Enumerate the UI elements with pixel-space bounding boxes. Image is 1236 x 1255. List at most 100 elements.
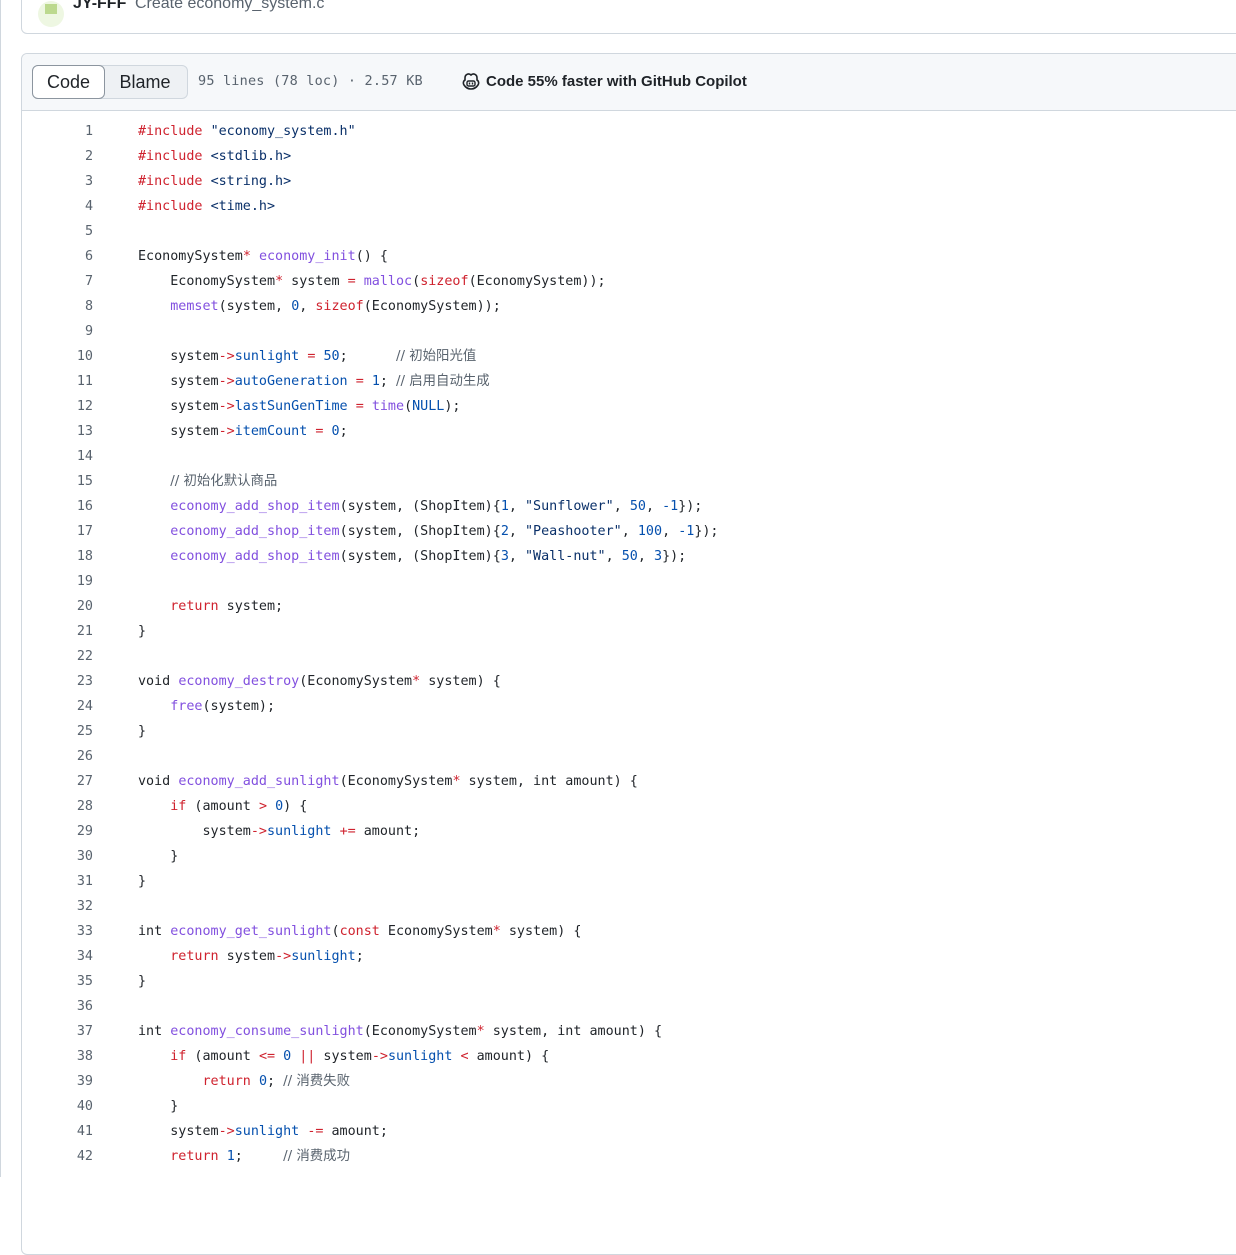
code-line: 13 system->itemCount = 0; [22,419,1236,444]
line-number[interactable]: 28 [22,794,93,819]
line-number[interactable]: 37 [22,1019,93,1044]
code-token: if [170,799,187,814]
code-line: 8 memset(system, 0, sizeof(EconomySystem… [22,294,1236,319]
avatar[interactable] [38,1,64,27]
code-token: 1 [371,374,380,389]
code-token: , [508,499,525,514]
code-line-text: return system; [138,594,283,619]
code-token: -> [218,424,235,439]
line-number[interactable]: 6 [22,244,93,269]
code-token: , [621,524,638,539]
line-number[interactable]: 41 [22,1119,93,1144]
code-token: const [339,924,380,939]
code-token: sunlight [291,949,356,964]
tab-blame[interactable]: Blame [105,66,185,98]
code-token: * [492,924,501,939]
line-number[interactable]: 13 [22,419,93,444]
code-token: if [170,1049,187,1064]
line-number[interactable]: 2 [22,144,93,169]
line-number[interactable]: 16 [22,494,93,519]
line-number[interactable]: 24 [22,694,93,719]
line-number[interactable]: 11 [22,369,93,394]
line-number[interactable]: 5 [22,219,93,244]
line-number[interactable]: 34 [22,944,93,969]
code-token: #include [138,124,211,139]
code-token: malloc [363,274,413,289]
line-number[interactable]: 42 [22,1144,93,1169]
tab-code[interactable]: Code [32,65,105,99]
code-token: 0 [258,1074,267,1089]
line-number[interactable]: 1 [22,119,93,144]
line-number[interactable]: 20 [22,594,93,619]
commit-message-link[interactable]: Create economy_system.c [135,0,324,13]
line-number[interactable]: 35 [22,969,93,994]
line-number[interactable]: 8 [22,294,93,319]
line-number[interactable]: 26 [22,744,93,769]
code-line: 7 EconomySystem* system = malloc(sizeof(… [22,269,1236,294]
code-token: ; [234,1149,284,1164]
code-token: 3 [654,549,663,564]
code-line-text: return 1; // 消费成功 [138,1144,350,1169]
code-line: 19 [22,569,1236,594]
code-token: , [613,499,630,514]
code-token: = [355,374,364,389]
code-line: 35} [22,969,1236,994]
code-token: EconomySystem [138,249,243,264]
file-viewer: Code Blame 95 lines (78 loc) · 2.57 KB C… [21,53,1236,1255]
line-number[interactable]: 10 [22,344,93,369]
code-token: (system, (ShopItem){ [339,499,501,514]
code-token: }); [662,549,687,564]
code-listing[interactable]: 1 #include "economy_system.h" 2 #include <s… [22,119,1236,1169]
line-number[interactable]: 36 [22,994,93,1019]
code-line: 3 #include <string.h> [22,169,1236,194]
line-number[interactable]: 27 [22,769,93,794]
code-token: system; [218,599,284,614]
line-number[interactable]: 4 [22,194,93,219]
line-number[interactable]: 23 [22,669,93,694]
code-token: (system, [218,299,292,314]
code-token: #include [138,199,211,214]
line-number[interactable]: 31 [22,869,93,894]
code-token: economy_add_sunlight [178,774,340,789]
line-number[interactable]: 38 [22,1044,93,1069]
line-number[interactable]: 7 [22,269,93,294]
line-number[interactable]: 14 [22,444,93,469]
line-number[interactable]: 33 [22,919,93,944]
line-number[interactable]: 19 [22,569,93,594]
line-number[interactable]: 25 [22,719,93,744]
code-token: -> [218,399,235,414]
code-token: amount) { [468,1049,550,1064]
code-line-text: #include <string.h> [138,169,291,194]
line-number[interactable]: 15 [22,469,93,494]
line-number[interactable]: 17 [22,519,93,544]
line-number[interactable]: 30 [22,844,93,869]
line-number[interactable]: 40 [22,1094,93,1119]
copilot-promo-button[interactable]: Code 55% faster with GitHub Copilot [461,72,747,90]
commit-author-link[interactable]: JY-FFF [73,0,126,13]
code-token: economy_consume_sunlight [170,1024,364,1039]
code-line-text: system->sunlight += amount; [138,819,420,844]
line-number[interactable]: 12 [22,394,93,419]
line-number[interactable]: 29 [22,819,93,844]
line-number[interactable]: 9 [22,319,93,344]
line-number[interactable]: 22 [22,644,93,669]
line-number[interactable]: 21 [22,619,93,644]
code-token: -> [218,1124,235,1139]
code-token: EconomySystem [138,274,276,289]
line-number[interactable]: 39 [22,1069,93,1094]
line-number[interactable]: 3 [22,169,93,194]
code-line: 25} [22,719,1236,744]
line-number[interactable]: 32 [22,894,93,919]
code-line-text: } [138,844,178,869]
code-line: 10 system->sunlight = 50; // 初始阳光值 [22,344,1236,369]
code-token: -> [275,949,292,964]
line-number[interactable]: 18 [22,544,93,569]
code-token: // 消费成功 [283,1149,350,1164]
code-token: = [347,274,356,289]
code-token: return [202,1074,251,1089]
